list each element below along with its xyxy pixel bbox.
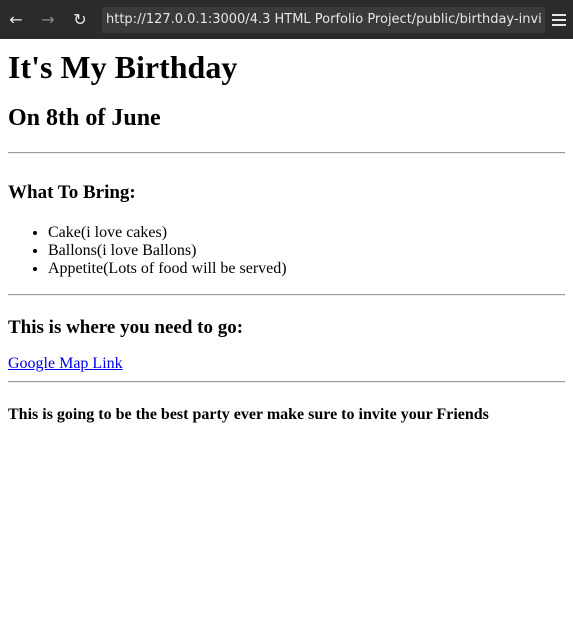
arrow-right-icon: → xyxy=(41,10,55,29)
divider-1 xyxy=(8,152,565,154)
divider-3 xyxy=(8,381,565,383)
divider-2 xyxy=(8,294,565,296)
back-button[interactable]: ← xyxy=(4,8,28,32)
bring-list: Cake(i love cakes) Ballons(i love Ballon… xyxy=(8,224,565,278)
bring-heading: What To Bring: xyxy=(8,182,136,203)
menu-button[interactable] xyxy=(545,0,573,39)
hamburger-menu-icon xyxy=(552,13,566,26)
page-content: It's My Birthday On 8th of June What To … xyxy=(0,49,573,424)
list-item: Cake(i love cakes) xyxy=(48,224,565,242)
footer-note: This is going to be the best party ever … xyxy=(8,406,489,423)
address-bar[interactable]: http://127.0.0.1:3000/4.3 HTML Porfolio … xyxy=(102,6,545,33)
arrow-left-icon: ← xyxy=(9,10,23,29)
reload-icon: ↻ xyxy=(73,10,87,29)
google-map-link[interactable]: Google Map Link xyxy=(8,355,123,372)
location-heading: This is where you need to go: xyxy=(8,317,244,338)
list-item: Appetite(Lots of food will be served) xyxy=(48,260,565,278)
page-title: It's My Birthday xyxy=(8,49,238,85)
forward-button[interactable]: → xyxy=(36,8,60,32)
url-text: http://127.0.0.1:3000/4.3 HTML Porfolio … xyxy=(106,12,541,27)
reload-button[interactable]: ↻ xyxy=(68,8,92,32)
date-heading: On 8th of June xyxy=(8,105,161,131)
list-item: Ballons(i love Ballons) xyxy=(48,242,565,260)
browser-toolbar: ← → ↻ http://127.0.0.1:3000/4.3 HTML Por… xyxy=(0,0,573,39)
